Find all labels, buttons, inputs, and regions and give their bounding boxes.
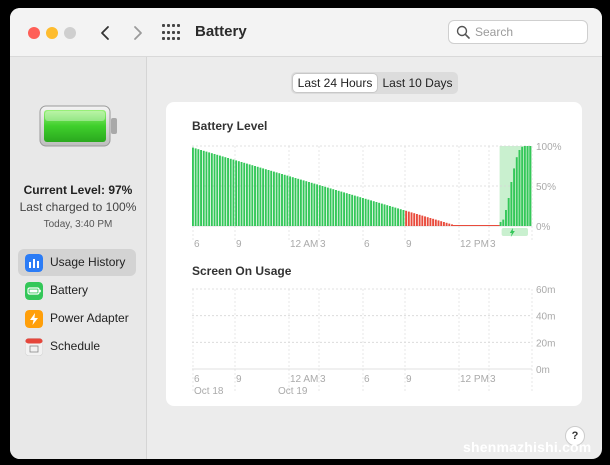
tab-last-24-hours[interactable]: Last 24 Hours bbox=[293, 74, 377, 92]
battery-icon bbox=[25, 282, 43, 300]
sidebar-item-power-adapter[interactable]: Power Adapter bbox=[18, 305, 136, 332]
search-icon bbox=[456, 25, 470, 39]
forward-button[interactable] bbox=[127, 21, 149, 45]
lightning-icon bbox=[25, 310, 43, 328]
x-tick-label: 3 bbox=[490, 374, 496, 385]
chevron-right-icon bbox=[134, 26, 142, 40]
y-tick-label: 40m bbox=[536, 312, 555, 323]
zoom-button[interactable] bbox=[64, 27, 76, 39]
usage-history-card: Battery Level 100% 50% 0% 6 9 12 AM 3 6 9 12 PM 3 … bbox=[166, 102, 582, 406]
sidebar-item-label: Schedule bbox=[50, 339, 101, 353]
x-tick-label: 6 bbox=[364, 374, 370, 385]
time-range-segmented-control: Last 24 Hours Last 10 Days bbox=[291, 72, 458, 94]
x-tick-label: 9 bbox=[406, 374, 412, 385]
sidebar-item-label: Battery bbox=[50, 283, 89, 297]
x-tick-label: 12 AM bbox=[290, 374, 318, 385]
minimize-button[interactable] bbox=[46, 27, 58, 39]
window-title: Battery bbox=[195, 23, 247, 40]
current-level-text: Current Level: 97% bbox=[23, 183, 133, 197]
search-input[interactable] bbox=[475, 23, 579, 41]
bar-chart-icon bbox=[25, 254, 43, 272]
title-bar: Battery bbox=[10, 8, 602, 57]
watermark-text: shenmazhishi.com bbox=[463, 439, 592, 455]
x-tick-label: 6 bbox=[194, 374, 200, 385]
battery-level-icon bbox=[39, 105, 117, 147]
x-tick-label: 3 bbox=[320, 374, 326, 385]
screen-on-usage-chart: 60m40m20m0m6 9 12 AM 3 6 9 12 PM 3Oct 18 Oct 19 bbox=[192, 285, 555, 397]
sidebar-item-usage-history[interactable]: Usage History bbox=[18, 249, 136, 276]
battery-window: Battery Current Leve bbox=[10, 8, 602, 459]
search-field[interactable] bbox=[448, 20, 588, 44]
sidebar-item-battery[interactable]: Battery bbox=[18, 277, 136, 304]
sidebar-item-label: Usage History bbox=[50, 255, 126, 269]
sidebar: Current Level: 97% Last charged to 100% … bbox=[10, 57, 147, 459]
show-all-grid-button[interactable] bbox=[162, 24, 180, 42]
back-button[interactable] bbox=[94, 21, 116, 45]
y-tick-label: 20m bbox=[536, 338, 555, 349]
charged-time-text: Today, 3:40 PM bbox=[43, 219, 113, 230]
sidebar-item-label: Power Adapter bbox=[50, 311, 129, 325]
sidebar-item-schedule[interactable]: Schedule bbox=[18, 333, 136, 360]
date-label: Oct 18 bbox=[194, 386, 224, 397]
y-tick-label: 0m bbox=[536, 365, 550, 376]
chevron-left-icon bbox=[101, 26, 109, 40]
calendar-icon bbox=[25, 338, 43, 356]
x-tick-label: 12 PM bbox=[460, 374, 489, 385]
y-tick-label: 60m bbox=[536, 285, 555, 296]
tab-last-10-days[interactable]: Last 10 Days bbox=[379, 74, 456, 92]
close-button[interactable] bbox=[28, 27, 40, 39]
x-tick-label: 9 bbox=[236, 374, 242, 385]
date-label: Oct 19 bbox=[278, 386, 308, 397]
last-charged-text: Last charged to 100% bbox=[19, 200, 137, 214]
